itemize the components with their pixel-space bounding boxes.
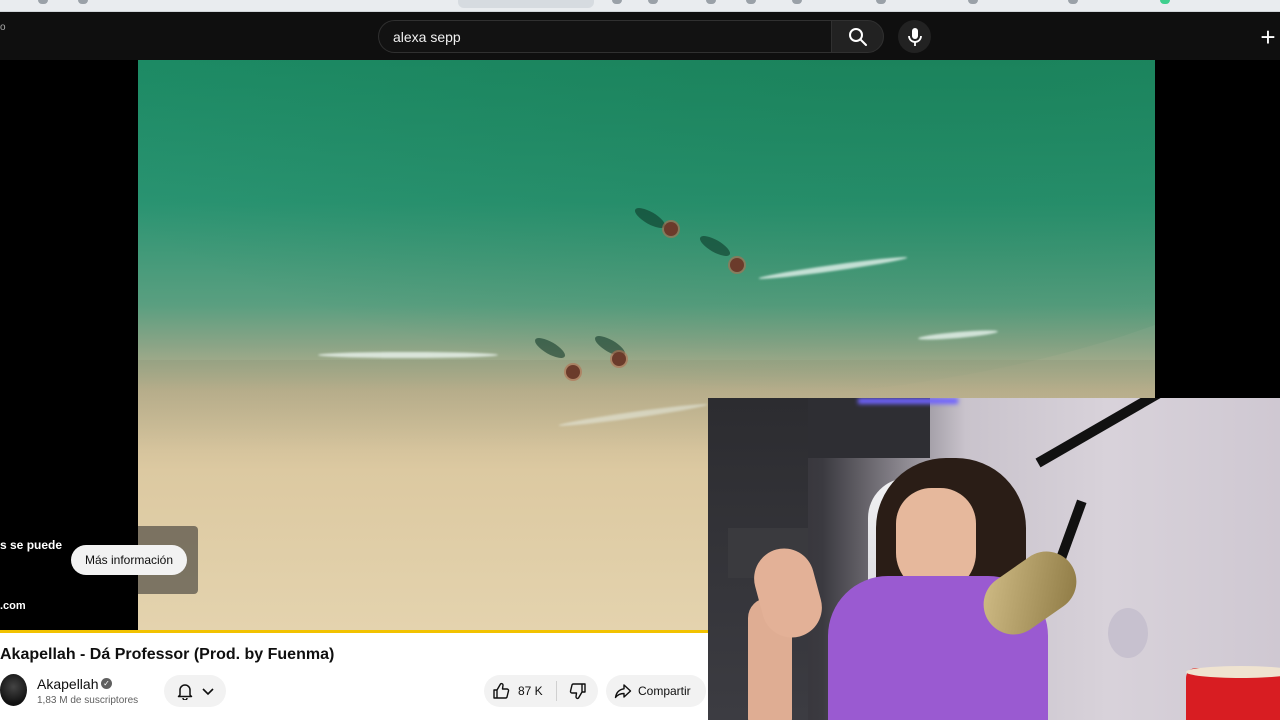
share-button[interactable]: Compartir	[606, 675, 706, 707]
top-bar: o +	[0, 12, 1280, 60]
search-box[interactable]	[378, 20, 831, 53]
dislike-button[interactable]	[558, 675, 598, 707]
ad-url[interactable]: .com	[0, 600, 26, 612]
webcam-led-strip	[858, 398, 958, 404]
video-person	[566, 365, 580, 379]
video-title: Akapellah - Dá Professor (Prod. by Fuenm…	[0, 646, 335, 663]
microphone-icon	[907, 27, 922, 46]
like-button[interactable]: 87 K	[484, 675, 556, 707]
channel-avatar[interactable]	[0, 674, 27, 706]
ad-text: s se puede	[0, 538, 63, 552]
plus-icon: +	[1260, 21, 1276, 52]
search-icon	[848, 27, 867, 46]
tab-favicon[interactable]	[876, 0, 886, 4]
tab-favicon[interactable]	[38, 0, 48, 4]
create-button[interactable]: +	[1256, 22, 1280, 52]
voice-search-button[interactable]	[898, 20, 931, 53]
thumbs-up-icon	[493, 682, 510, 699]
like-dislike-group: 87 K	[484, 675, 598, 707]
verified-icon: ✓	[101, 678, 112, 689]
tab-favicon[interactable]	[792, 0, 802, 4]
webcam-mic-arm	[1035, 398, 1249, 468]
share-icon	[614, 684, 632, 699]
tab-favicon[interactable]	[612, 0, 622, 4]
subscriber-count: 1,83 M de suscriptores	[37, 695, 139, 706]
chevron-down-icon	[201, 688, 214, 696]
like-count: 87 K	[518, 684, 543, 698]
video-foam	[318, 352, 498, 358]
bell-icon	[177, 684, 192, 700]
share-label: Compartir	[638, 684, 691, 698]
more-info-button[interactable]: Más información	[71, 545, 188, 575]
video-person	[664, 222, 678, 236]
browser-tab-strip	[0, 0, 1280, 12]
tab-favicon[interactable]	[746, 0, 756, 4]
browser-tab-active[interactable]	[458, 0, 594, 8]
tab-favicon[interactable]	[968, 0, 978, 4]
tab-favicon[interactable]	[1160, 0, 1170, 4]
tab-favicon[interactable]	[78, 0, 88, 4]
tab-favicon[interactable]	[1068, 0, 1078, 4]
video-info: Akapellah - Dá Professor (Prod. by Fuenm…	[0, 633, 708, 720]
like-divider	[556, 681, 557, 701]
channel-name[interactable]: Akapellah	[37, 676, 99, 692]
corner-mark: o	[0, 22, 6, 33]
tab-favicon[interactable]	[648, 0, 658, 4]
webcam-overlay	[708, 398, 1280, 720]
tab-favicon[interactable]	[706, 0, 716, 4]
video-water	[138, 60, 1155, 402]
thumbs-down-icon	[569, 683, 586, 700]
search-input[interactable]	[391, 21, 811, 52]
webcam-plant	[1108, 608, 1148, 658]
video-person	[730, 258, 744, 272]
search-button[interactable]	[831, 20, 884, 53]
webcam-cabinet	[808, 398, 930, 458]
video-person	[612, 352, 626, 366]
notifications-button[interactable]	[164, 675, 226, 707]
